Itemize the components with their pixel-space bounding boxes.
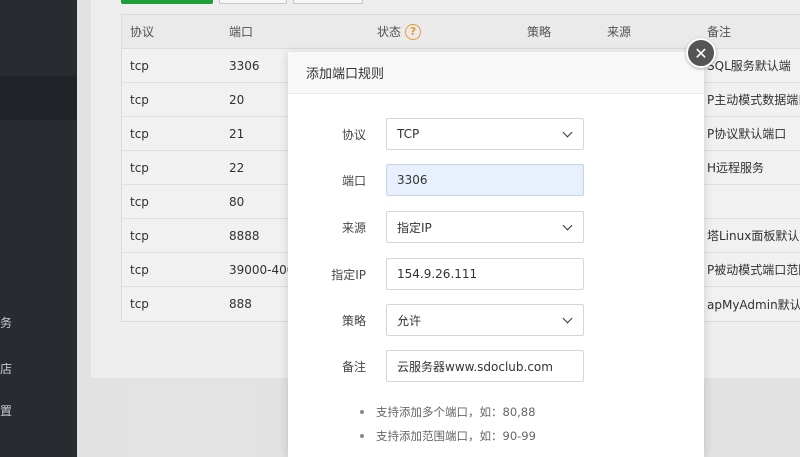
close-icon[interactable]: ✕ — [686, 38, 716, 68]
ip-row: 指定IP 154.9.26.111 — [288, 258, 704, 290]
policy-select[interactable]: 允许 — [386, 304, 584, 336]
chevron-down-icon — [562, 127, 573, 137]
source-row: 来源 指定IP — [288, 211, 704, 243]
ip-label: 指定IP — [331, 267, 366, 282]
protocol-select[interactable]: TCP — [386, 118, 584, 150]
policy-label: 策略 — [341, 313, 366, 328]
chevron-down-icon — [562, 313, 573, 323]
policy-value: 允许 — [397, 313, 422, 328]
note-value: 云服务器www.sdoclub.com — [397, 359, 553, 374]
note-row: 备注 云服务器www.sdoclub.com — [288, 350, 704, 382]
protocol-label: 协议 — [341, 127, 366, 142]
source-label: 来源 — [341, 220, 366, 235]
source-value: 指定IP — [397, 220, 432, 235]
protocol-row: 协议 TCP — [288, 118, 704, 150]
add-port-rule-dialog: 添加端口规则 协议 TCP 端口 3306 来源 指定IP 指定IP 154.9… — [288, 52, 704, 457]
ip-input[interactable]: 154.9.26.111 — [386, 258, 584, 290]
port-input[interactable]: 3306 — [386, 164, 584, 196]
policy-row: 策略 允许 — [288, 304, 704, 336]
tip-item: 支持添加多个端口，如：80,88 — [360, 400, 536, 424]
protocol-value: TCP — [397, 127, 420, 141]
tip-item: 支持添加范围端口，如：90-99 — [360, 424, 536, 448]
chevron-down-icon — [562, 220, 573, 230]
bullet-icon — [360, 410, 364, 414]
port-row: 端口 3306 — [288, 164, 704, 196]
ip-value: 154.9.26.111 — [397, 267, 478, 281]
port-label: 端口 — [341, 173, 366, 188]
source-select[interactable]: 指定IP — [386, 211, 584, 243]
note-input[interactable]: 云服务器www.sdoclub.com — [386, 350, 584, 382]
note-label: 备注 — [341, 359, 366, 374]
tip-text: 支持添加范围端口，如：90-99 — [376, 429, 536, 443]
tips-list: 支持添加多个端口，如：80,88 支持添加范围端口，如：90-99 — [360, 400, 536, 448]
dialog-title: 添加端口规则 — [288, 52, 704, 94]
port-value: 3306 — [397, 173, 428, 187]
tip-text: 支持添加多个端口，如：80,88 — [376, 405, 536, 419]
bullet-icon — [360, 434, 364, 438]
